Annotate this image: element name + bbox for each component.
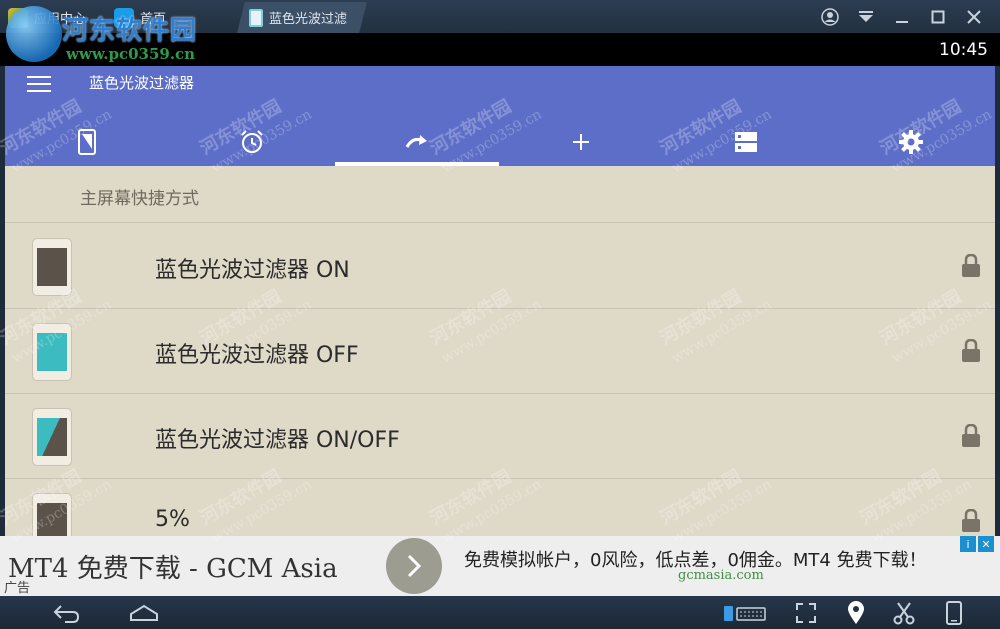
phone-teal-icon [32,323,72,381]
location-pin-icon[interactable] [836,596,876,629]
ad-close-icon[interactable]: ✕ [978,536,994,552]
server-list-icon [735,132,757,152]
list-item-label: 蓝色光波过滤器 OFF [155,343,359,368]
ad-chevron-right-icon[interactable] [386,538,442,594]
app-title: 蓝色光波过滤器 [89,74,195,92]
shortcut-list: 主屏幕快捷方式 蓝色光波过滤器 ON 蓝色光波过滤器 OFF 蓝色光波过滤器 O… [5,166,995,564]
minimize-icon[interactable] [886,0,918,33]
ad-info-icon[interactable]: i [960,536,976,552]
phone-dark-icon [32,238,72,296]
lock-icon[interactable] [961,424,981,448]
ad-domain: gcmasia.com [678,568,764,583]
lock-icon[interactable] [961,254,981,278]
list-item-label: 5% [155,507,190,532]
lock-icon[interactable] [961,509,981,533]
tab-shortcuts[interactable] [335,118,499,166]
scissors-icon[interactable] [884,596,924,629]
list-item[interactable]: 蓝色光波过滤器 ON [5,224,995,309]
ad-headline: MT4 免费下载 - GCM Asia [8,554,338,584]
menu-dropdown-icon[interactable] [850,0,882,33]
tab-settings[interactable] [871,118,951,166]
emulator-nav-bar [0,596,1000,629]
tab-schedule[interactable] [212,118,292,166]
hamburger-menu-icon[interactable] [27,76,51,94]
fullscreen-icon[interactable] [786,596,826,629]
list-item[interactable]: 蓝色光波过滤器 OFF [5,309,995,394]
ad-tag: 广告 [4,581,31,596]
home-icon[interactable] [124,596,164,629]
app-toolbar: 蓝色光波过滤器 [5,66,995,166]
alarm-clock-icon [241,130,263,153]
gear-icon [899,130,923,154]
list-item-label: 蓝色光波过滤器 ON [155,258,350,283]
back-icon[interactable] [46,596,86,629]
phone-filter-icon [78,129,96,155]
status-clock: 10:45 [939,40,988,60]
tab-storage[interactable] [706,118,786,166]
redo-arrow-icon [405,135,427,148]
emulator-window: 应用中心 首页 蓝色光波过滤 10:45 蓝色光波过滤器 主屏幕快捷方式 蓝色光… [0,0,1000,629]
watermark-logo [6,6,62,62]
window-controls [814,0,1000,33]
tab-add[interactable] [541,118,621,166]
list-item[interactable]: 蓝色光波过滤器 ON/OFF [5,394,995,479]
app-tab-bar [5,118,995,166]
watermark-site-name: 河东软件园 [62,16,198,46]
section-header-label: 主屏幕快捷方式 [80,189,199,209]
maximize-icon[interactable] [922,0,954,33]
ad-banner[interactable]: MT4 免费下载 - GCM Asia 广告 免费模拟帐户，0风险，低点差，0佣… [0,536,1000,596]
filter-app-icon [249,8,263,27]
phone-rotate-icon[interactable] [934,596,974,629]
close-icon[interactable] [958,0,990,33]
lock-icon[interactable] [961,339,981,363]
section-header: 主屏幕快捷方式 [5,166,995,223]
phone-split-icon [32,408,72,466]
tab-blue-light-filter[interactable]: 蓝色光波过滤 [237,2,367,33]
account-icon[interactable] [814,0,846,33]
tab-filter[interactable] [47,118,127,166]
plus-icon [573,134,589,150]
list-item-label: 蓝色光波过滤器 ON/OFF [155,428,400,453]
keyboard-toggle-icon[interactable] [720,596,770,629]
watermark-url: www.pc0359.cn [66,45,196,63]
ad-choices[interactable]: i ✕ [960,536,994,552]
tab-label: 蓝色光波过滤 [269,12,348,27]
